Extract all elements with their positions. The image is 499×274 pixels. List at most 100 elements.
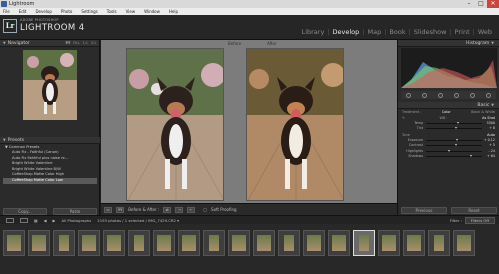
module-develop[interactable]: Develop bbox=[330, 28, 363, 36]
paste-button[interactable]: Paste bbox=[53, 208, 97, 215]
close-button[interactable]: ✕ bbox=[487, 0, 499, 8]
previous-button[interactable]: Previous bbox=[401, 207, 447, 214]
swap-before-after-icon[interactable]: ⇄ bbox=[163, 206, 172, 213]
filmstrip-source[interactable]: All Photographs bbox=[61, 216, 91, 224]
menu-file[interactable]: File bbox=[3, 8, 10, 15]
soft-proofing-checkbox[interactable]: ▢ bbox=[203, 207, 207, 212]
slider-track[interactable] bbox=[426, 127, 482, 130]
minimize-button[interactable]: – bbox=[463, 0, 475, 8]
filmstrip-thumbnail[interactable] bbox=[303, 230, 325, 256]
filmstrip-count[interactable]: 2193 photos / 1 selected / IMG_7429.CR2 … bbox=[97, 216, 179, 224]
filmstrip-thumbnail[interactable] bbox=[253, 230, 275, 256]
copy-after-settings-icon[interactable]: ⇠ bbox=[187, 206, 196, 213]
treatment-bw[interactable]: Black & White bbox=[471, 110, 495, 114]
wb-select[interactable]: As Shot bbox=[482, 116, 495, 120]
filmstrip-thumbnail[interactable] bbox=[103, 230, 125, 256]
filmstrip-thumbnail[interactable] bbox=[203, 230, 225, 256]
filmstrip-thumbnail[interactable] bbox=[53, 230, 75, 256]
filmstrip-thumbnail[interactable] bbox=[78, 230, 100, 256]
back-arrow-icon[interactable]: ◀ bbox=[44, 216, 47, 224]
module-book[interactable]: Book bbox=[386, 28, 408, 36]
basic-header[interactable]: Basic ▼ bbox=[398, 102, 499, 109]
radial-filter-icon[interactable] bbox=[469, 92, 475, 98]
slider-track[interactable] bbox=[426, 154, 482, 157]
menu-edit[interactable]: Edit bbox=[19, 8, 27, 15]
navigator-header[interactable]: ▼ Navigator FIT FILL 1:1 3:1 bbox=[0, 40, 99, 47]
grid-view-icon[interactable]: ▦ bbox=[34, 216, 38, 224]
slider-knob[interactable] bbox=[456, 122, 459, 124]
filter-select[interactable]: Filters Off bbox=[464, 217, 495, 224]
preset-item-selected[interactable]: CoffeeShop Matte Color Low bbox=[3, 177, 97, 184]
filmstrip-thumbnail[interactable] bbox=[128, 230, 150, 256]
crop-tool-icon[interactable] bbox=[406, 92, 412, 98]
module-map[interactable]: Map bbox=[364, 28, 384, 36]
presets-header[interactable]: ▼ Presets bbox=[0, 137, 100, 144]
histogram[interactable] bbox=[401, 48, 497, 88]
menu-view[interactable]: View bbox=[126, 8, 136, 15]
module-slideshow[interactable]: Slideshow bbox=[411, 28, 450, 36]
slider-knob[interactable] bbox=[455, 144, 458, 147]
zoom-1-1[interactable]: 1:1 bbox=[83, 41, 88, 45]
menu-window[interactable]: Window bbox=[144, 8, 160, 15]
filmstrip-thumbnail[interactable] bbox=[378, 230, 400, 256]
loupe-view-button[interactable]: ▭ bbox=[104, 206, 112, 213]
copy-before-settings-icon[interactable]: ⇢ bbox=[175, 206, 184, 213]
before-after-view-button[interactable]: YY bbox=[116, 206, 125, 213]
slider-value[interactable]: + 5 bbox=[489, 143, 495, 147]
slider-track[interactable] bbox=[426, 122, 482, 124]
graduated-filter-icon[interactable] bbox=[453, 92, 459, 98]
filmstrip-thumbnail[interactable] bbox=[28, 230, 50, 256]
after-photo[interactable] bbox=[246, 48, 344, 201]
slider-track[interactable] bbox=[426, 138, 482, 141]
filmstrip-thumbnail-selected[interactable] bbox=[353, 230, 375, 256]
copy-button[interactable]: Copy... bbox=[3, 208, 47, 215]
slider-value[interactable]: + 0.12 bbox=[484, 138, 495, 142]
tone-auto-button[interactable]: Auto bbox=[487, 133, 495, 137]
slider-track[interactable] bbox=[426, 149, 482, 152]
slider-knob[interactable] bbox=[448, 149, 451, 152]
module-library[interactable]: Library bbox=[299, 28, 328, 36]
filmstrip-thumbnail[interactable] bbox=[153, 230, 175, 256]
slider-knob[interactable] bbox=[455, 138, 458, 141]
menu-help[interactable]: Help bbox=[169, 8, 178, 15]
slider-knob[interactable] bbox=[469, 154, 472, 157]
module-web[interactable]: Web bbox=[475, 28, 495, 36]
filmstrip-thumbnail[interactable] bbox=[453, 230, 475, 256]
monitor-2-icon[interactable] bbox=[20, 218, 28, 223]
slider-value[interactable]: - 24 bbox=[489, 149, 495, 153]
histogram-header[interactable]: Histogram ▼ bbox=[398, 40, 499, 47]
zoom-fill[interactable]: FILL bbox=[73, 41, 79, 45]
menu-tools[interactable]: Tools bbox=[107, 8, 117, 15]
slider-value[interactable]: 5500 bbox=[487, 121, 495, 125]
slider-track[interactable] bbox=[426, 144, 482, 147]
filmstrip-thumbnail[interactable] bbox=[178, 230, 200, 256]
filmstrip-thumbnail[interactable] bbox=[403, 230, 425, 256]
filmstrip-thumbnail[interactable] bbox=[228, 230, 250, 256]
menu-develop[interactable]: Develop bbox=[35, 8, 51, 15]
slider-knob[interactable] bbox=[455, 127, 458, 130]
menu-photo[interactable]: Photo bbox=[61, 8, 72, 15]
spot-removal-tool-icon[interactable] bbox=[422, 92, 428, 98]
monitor-1-icon[interactable] bbox=[6, 218, 14, 223]
slider-shadows[interactable]: Shadows + 64 bbox=[401, 154, 496, 159]
red-eye-tool-icon[interactable] bbox=[438, 92, 444, 98]
slider-tint[interactable]: Tint + 8 bbox=[401, 126, 496, 131]
filmstrip-thumbnail[interactable] bbox=[428, 230, 450, 256]
filmstrip-thumbnail[interactable] bbox=[278, 230, 300, 256]
slider-value[interactable]: + 64 bbox=[487, 154, 495, 158]
forward-arrow-icon[interactable]: ▶ bbox=[53, 216, 56, 224]
navigator-preview[interactable] bbox=[22, 50, 77, 120]
maximize-button[interactable]: □ bbox=[475, 0, 487, 8]
module-print[interactable]: Print bbox=[452, 28, 473, 36]
filmstrip-thumbnail[interactable] bbox=[3, 230, 25, 256]
slider-value[interactable]: + 8 bbox=[489, 126, 495, 130]
filmstrip-thumbnail[interactable] bbox=[328, 230, 350, 256]
reset-button[interactable]: Reset bbox=[451, 207, 497, 214]
adjustment-brush-icon[interactable] bbox=[485, 92, 491, 98]
treatment-color[interactable]: Color bbox=[442, 110, 451, 114]
zoom-fit[interactable]: FIT bbox=[66, 41, 71, 45]
zoom-3-1[interactable]: 3:1 bbox=[91, 41, 96, 45]
menu-settings[interactable]: Settings bbox=[81, 8, 97, 15]
before-photo[interactable] bbox=[126, 48, 224, 201]
wb-eyedropper-icon[interactable]: ✎ bbox=[402, 116, 405, 120]
